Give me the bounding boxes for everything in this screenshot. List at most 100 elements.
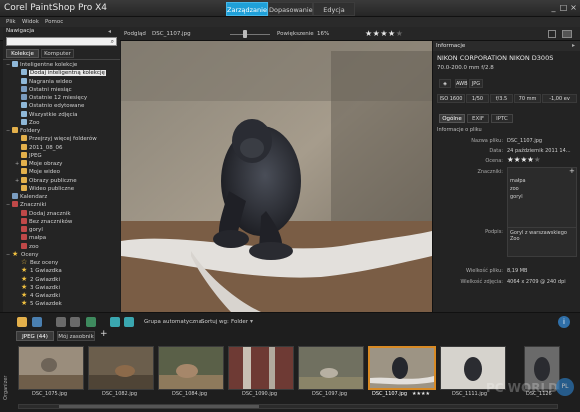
tab-adjust[interactable]: Dopasowanie	[268, 2, 313, 16]
tree-item-label: 5 Gwiazdek	[30, 301, 62, 308]
tree-item[interactable]: ★ 5 Gwiazdek	[15, 300, 62, 308]
add-tab-button[interactable]: +	[100, 329, 108, 339]
tree-item[interactable]: Kalendarz	[6, 193, 47, 201]
tree-item[interactable]: Przejrzyj więcej folderów	[15, 135, 97, 143]
tab-computer[interactable]: Komputer	[41, 49, 74, 58]
share-toolbar-icon[interactable]	[86, 317, 96, 327]
zoom-slider-handle[interactable]	[243, 30, 247, 38]
tree-item[interactable]: Dodaj znacznik	[15, 209, 71, 218]
watermark-text: PC WORLD	[486, 381, 559, 395]
menu-view[interactable]: Widok	[22, 17, 39, 27]
info-tab-iptc[interactable]: IPTC	[491, 114, 513, 123]
thumbnail-label: DSC_1075.jpg	[32, 391, 68, 397]
collection-icon	[21, 118, 27, 125]
exif-focal: 70 mm	[514, 94, 541, 103]
tree-item[interactable]: Ostatnio edytowane	[15, 102, 84, 110]
brush-toolbar-icon[interactable]	[70, 317, 80, 327]
tags-label: Znaczniki:	[477, 169, 503, 175]
rotate-left-icon[interactable]	[110, 317, 120, 327]
tree-item-label: Moje obrazy	[29, 161, 63, 167]
info-toggle-icon[interactable]: i	[558, 316, 570, 328]
thumbnail-5[interactable]	[298, 346, 364, 390]
preview-label: Podgląd	[124, 31, 146, 37]
tag-icon	[21, 217, 27, 224]
search-icon[interactable]: ⌕	[111, 38, 114, 46]
zoom-slider[interactable]	[230, 34, 270, 35]
menu-file[interactable]: Plik	[6, 17, 16, 27]
tree-item[interactable]: JPEG	[15, 151, 42, 160]
scrollbar-thumb[interactable]	[59, 405, 259, 408]
preview-area	[121, 41, 432, 312]
tree-item[interactable]: + Moje obrazy	[15, 160, 62, 168]
tree-item[interactable]: − Inteligentne kolekcje	[6, 61, 77, 69]
imagesize-value: 4064 x 2709 @ 240 dpi	[507, 279, 566, 285]
thumbnail-6-selected[interactable]	[368, 346, 436, 390]
minimize-button[interactable]: _	[549, 3, 558, 12]
thumbnail-4[interactable]	[228, 346, 294, 390]
organizer-scrollbar[interactable]	[18, 404, 558, 409]
tree-item[interactable]: małpa	[15, 234, 46, 242]
folder-icon	[21, 151, 27, 158]
tag-icon	[21, 242, 27, 249]
thumbnail-rating: ★★★★	[412, 391, 430, 397]
tab-edit[interactable]: Edycja	[313, 2, 355, 16]
info-tab-exif[interactable]: EXIF	[467, 114, 489, 123]
list-view-icon[interactable]	[32, 317, 42, 327]
tree-item[interactable]: + Obrazy publiczne	[15, 176, 77, 185]
add-tag-icon[interactable]: +	[569, 167, 575, 175]
tree-item[interactable]: Dodaj inteligentną kolekcję	[15, 69, 106, 77]
close-button[interactable]: ×	[569, 3, 578, 12]
nav-collapse-icon[interactable]: ◂	[108, 28, 111, 35]
folder-toolbar-icon[interactable]	[17, 317, 27, 327]
layout-icon[interactable]	[562, 30, 572, 38]
rating-stars[interactable]: ★★★★★	[365, 29, 403, 38]
info-collapse-icon[interactable]: ▸	[572, 42, 575, 49]
nav-search-input[interactable]: ⌕	[6, 37, 117, 46]
preview-filename: DSC_1107.jpg	[152, 31, 191, 37]
thumbnail-1[interactable]	[18, 346, 84, 390]
menu-help[interactable]: Pomoc	[45, 17, 63, 27]
tree-item[interactable]: Zoo	[15, 118, 40, 127]
tab-manage[interactable]: Zarządzanie	[226, 2, 268, 16]
group-auto-label[interactable]: Grupa automatyczna	[144, 319, 202, 325]
tags-list[interactable]: małpa zoo goryl	[507, 167, 577, 229]
tree-item[interactable]: − Znaczniki	[6, 201, 46, 209]
tree-item[interactable]: − Foldery	[6, 127, 40, 135]
folder-icon	[21, 135, 27, 142]
tag-icon	[21, 226, 27, 232]
thumbnail-3[interactable]	[158, 346, 224, 390]
tree-item[interactable]: Ostatnie 12 miesięcy	[15, 94, 87, 102]
rotate-right-icon[interactable]	[124, 317, 134, 327]
tag-item[interactable]: zoo	[510, 186, 519, 192]
grid-view-icon[interactable]	[548, 30, 556, 38]
chevron-down-icon[interactable]: ▾	[250, 318, 253, 325]
tab-collections[interactable]: Kolekcje	[6, 49, 39, 58]
tree-item[interactable]: Bez znaczników	[15, 217, 72, 226]
thumbnail-label: DSC_1097.jpg	[312, 391, 348, 397]
tree-item[interactable]: 2011_08_06	[15, 143, 63, 152]
star-icon: ★	[21, 274, 28, 283]
sort-select[interactable]: Folder	[231, 319, 248, 325]
tag-item[interactable]: małpa	[510, 178, 526, 184]
tree-item[interactable]: zoo	[15, 242, 39, 251]
tree-item[interactable]: Wideo publiczne	[15, 184, 74, 193]
tree-item[interactable]: Nagrania wideo	[15, 77, 72, 86]
tab-jpeg[interactable]: JPEG (44)	[16, 331, 54, 341]
folder-icon	[21, 168, 27, 175]
thumbnail-2[interactable]	[88, 346, 154, 390]
badge-awb: AWB	[455, 79, 468, 88]
tree-item-label: Inteligentne kolekcje	[20, 62, 78, 68]
tab-tray[interactable]: Mój zasobnik	[57, 331, 95, 341]
tree-item[interactable]: Ostatni miesiąc	[15, 85, 72, 94]
edit-toolbar-icon[interactable]	[56, 317, 66, 327]
rating-label: Ocena:	[485, 158, 503, 164]
tree-item[interactable]: Wszystkie zdjęcia	[15, 110, 78, 119]
date-label: Data:	[489, 148, 503, 154]
info-tab-general[interactable]: Ogólne	[439, 114, 465, 123]
maximize-button[interactable]: □	[559, 3, 568, 12]
tree-item[interactable]: Moje wideo	[15, 168, 60, 176]
tree-item[interactable]: goryl	[15, 226, 43, 234]
tag-item[interactable]: goryl	[510, 194, 523, 200]
info-rating-stars[interactable]: ★★★★★	[507, 155, 541, 164]
caption-field[interactable]: Goryl z warszawskiego Zoo	[507, 227, 577, 257]
